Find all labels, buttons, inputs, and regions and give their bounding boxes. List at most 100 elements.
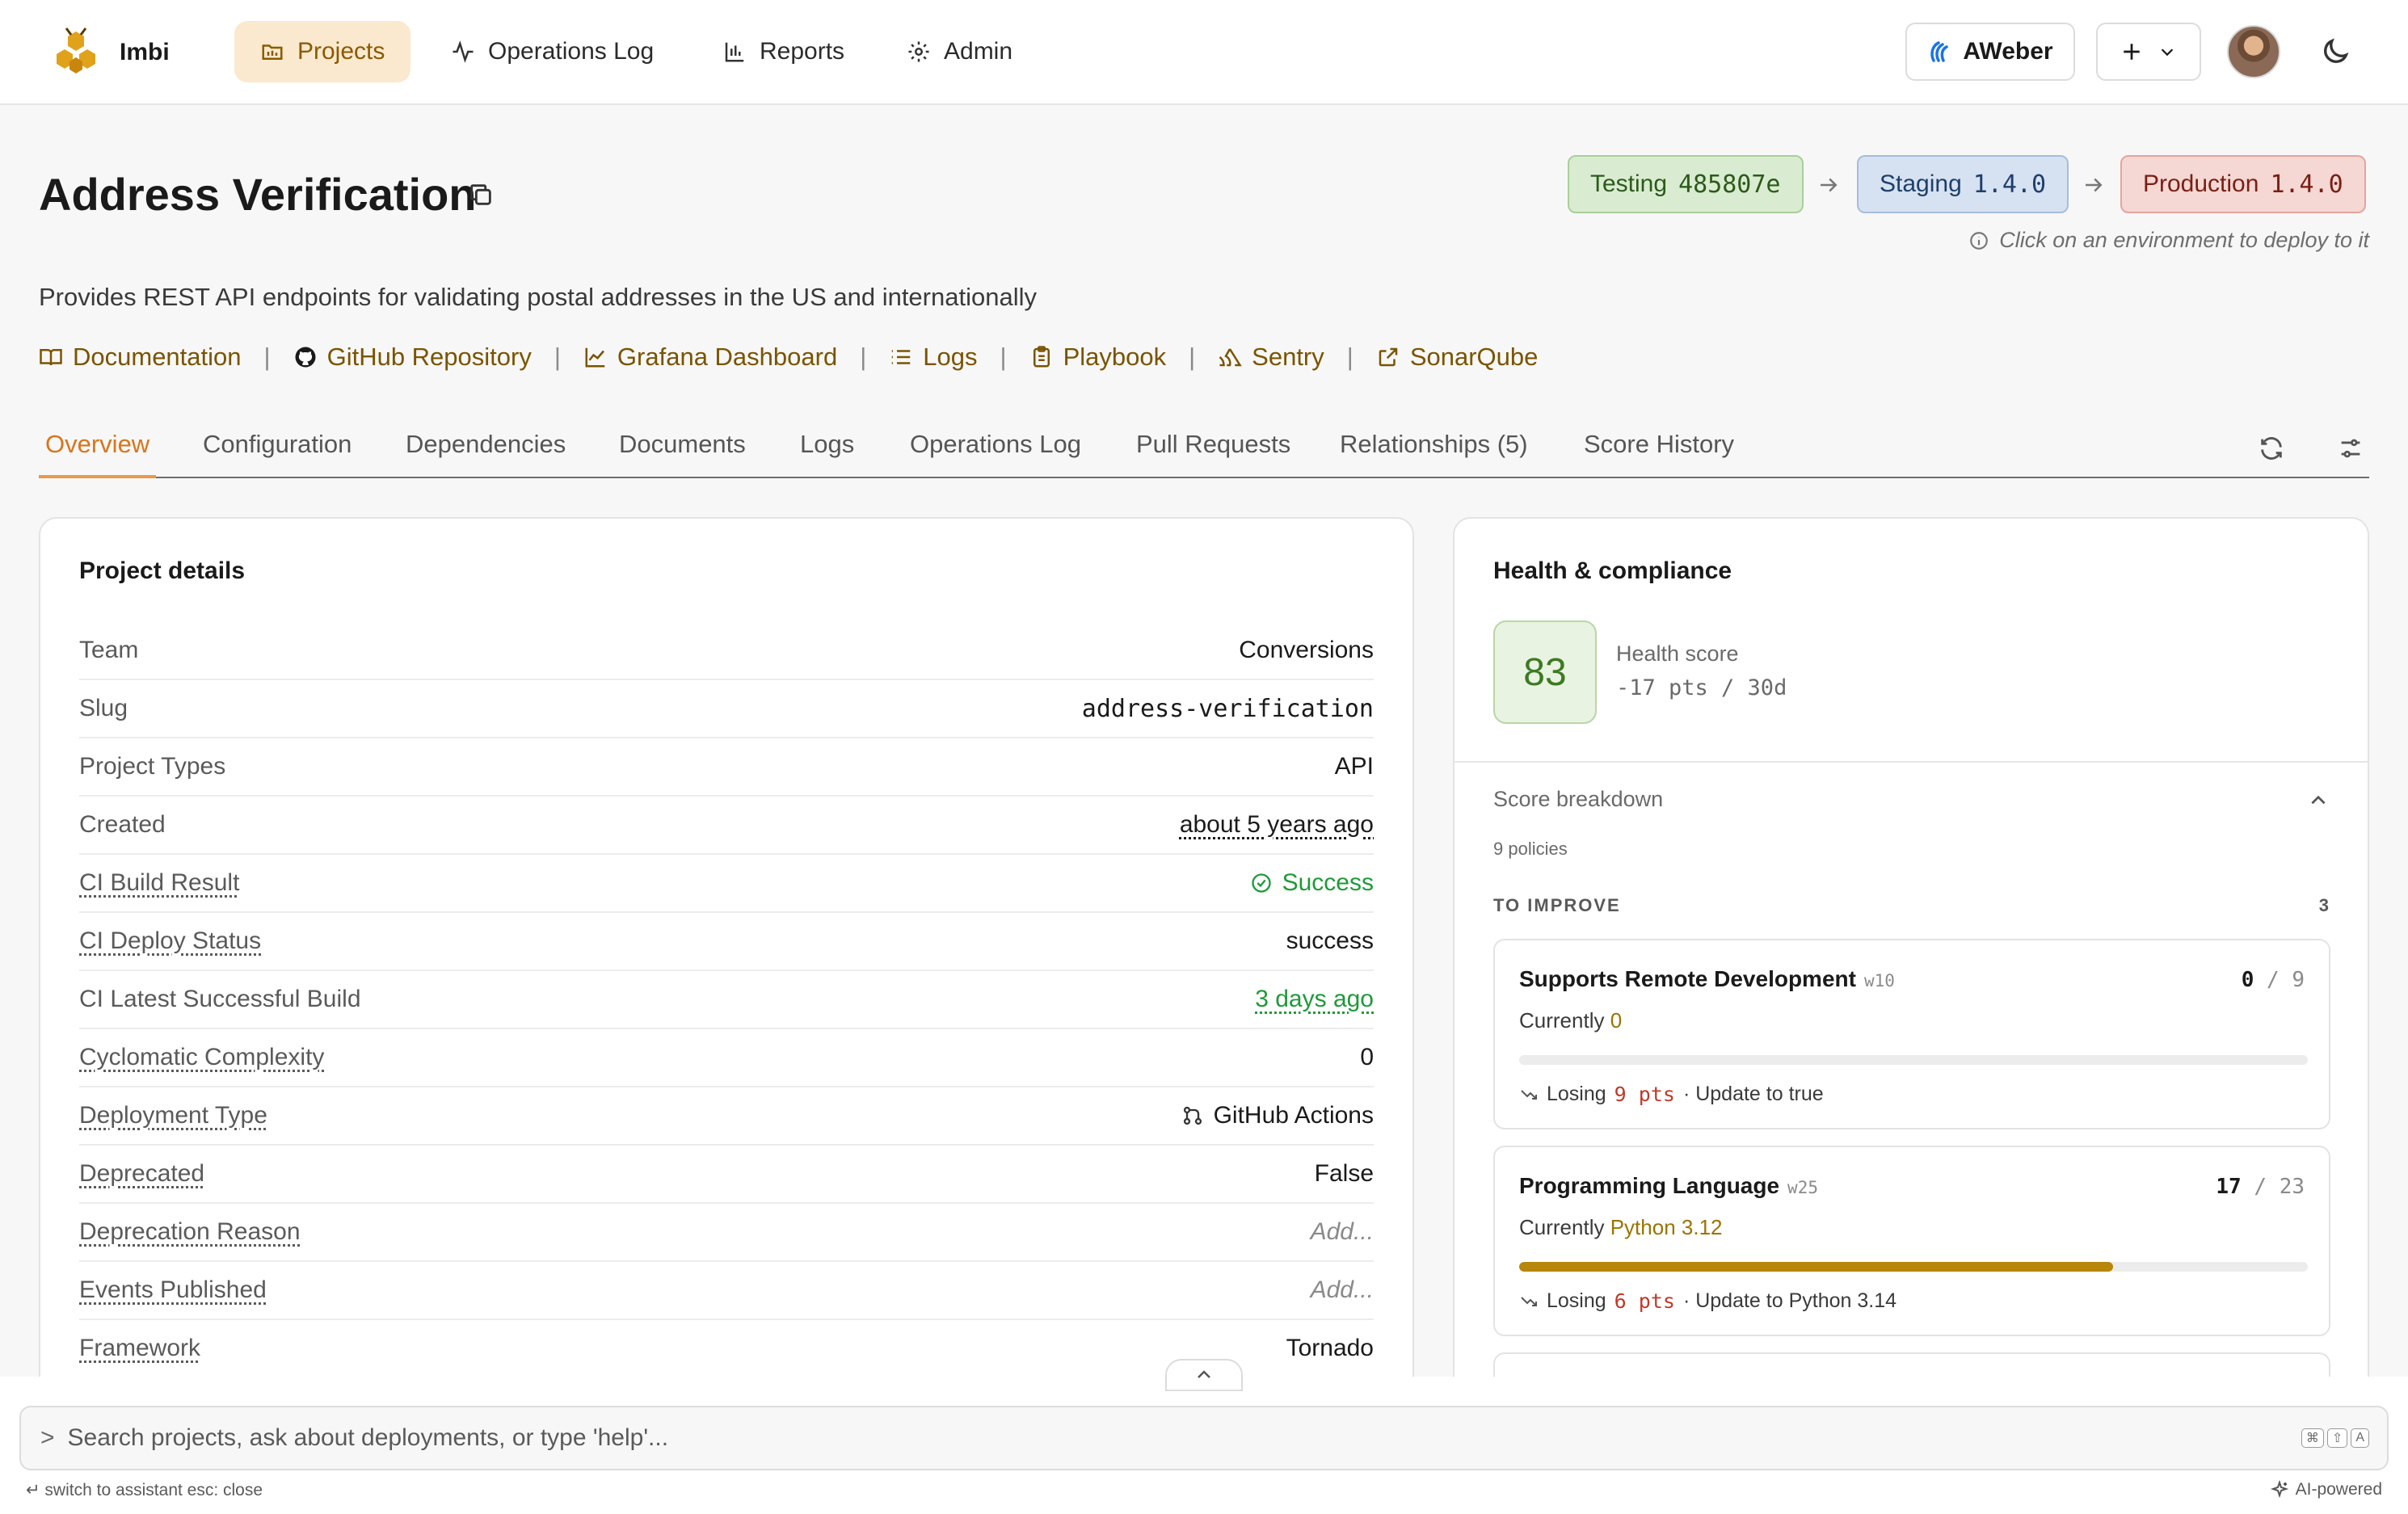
- detail-value-add[interactable]: Add...: [1311, 1276, 1374, 1304]
- top-navigation: Imbi Projects Operations Log Reports Adm…: [0, 0, 2408, 105]
- link-sentry[interactable]: Sentry: [1218, 343, 1324, 372]
- list-icon: [892, 350, 911, 364]
- detail-label: Slug: [79, 695, 128, 721]
- policy-name: Programming Language w25: [1519, 1173, 1818, 1199]
- project-links: Documentation | GitHub Repository | Graf…: [39, 339, 1538, 375]
- detail-label: Framework: [79, 1335, 201, 1361]
- link-playbook-label: Playbook: [1063, 343, 1167, 371]
- link-github[interactable]: GitHub Repository: [293, 343, 532, 372]
- detail-row-team: Team Conversions: [79, 622, 1374, 680]
- command-search-bar[interactable]: > Search projects, ask about deployments…: [19, 1406, 2389, 1470]
- env-testing-name: Testing: [1590, 170, 1668, 197]
- policy-weight: w25: [1787, 1178, 1818, 1197]
- refresh-icon[interactable]: [2258, 435, 2285, 462]
- env-staging-button[interactable]: Staging 1.4.0: [1857, 155, 2069, 213]
- health-score-badge: 83: [1493, 620, 1597, 724]
- tab-configuration[interactable]: Configuration: [196, 422, 358, 478]
- detail-row-created: Created about 5 years ago: [79, 797, 1374, 855]
- kbd-key: A: [2351, 1428, 2369, 1448]
- policy-current-prefix: Currently: [1519, 1215, 1605, 1239]
- score-breakdown-toggle[interactable]: Score breakdown: [1493, 787, 1663, 812]
- nav-admin[interactable]: Admin: [881, 21, 1038, 82]
- policy-hint-text: · Update to true: [1682, 1083, 1824, 1105]
- env-testing-button[interactable]: Testing 485807e: [1568, 155, 1804, 213]
- link-separator: |: [554, 343, 561, 371]
- check-circle-icon: [1251, 873, 1271, 893]
- gear-icon: [908, 41, 929, 62]
- honeycomb-logo-icon: [57, 27, 95, 74]
- user-avatar[interactable]: [2227, 25, 2280, 78]
- policy-card[interactable]: Supports Remote Development w10 0 / 9 Cur…: [1493, 939, 2330, 1129]
- divider: [1454, 761, 2368, 763]
- policy-progress-bar: [1519, 1055, 2308, 1065]
- copy-icon[interactable]: [467, 181, 495, 208]
- moon-icon[interactable]: [2319, 36, 2351, 68]
- link-sonarqube[interactable]: SonarQube: [1376, 343, 1539, 372]
- detail-row-ci-deploy-status: CI Deploy Status success: [79, 913, 1374, 971]
- link-grafana[interactable]: Grafana Dashboard: [583, 343, 837, 372]
- detail-value: API: [1334, 753, 1374, 780]
- policy-hint-text: · Update to Python 3.14: [1682, 1289, 1897, 1312]
- policy-hint: Losing 6 pts · Update to Python 3.14: [1519, 1289, 1897, 1313]
- sparkles-icon: [2270, 1480, 2288, 1499]
- detail-label: Deprecation Reason: [79, 1218, 301, 1245]
- detail-row-deployment-type: Deployment Type GitHub Actions: [79, 1087, 1374, 1146]
- env-production-button[interactable]: Production 1.4.0: [2120, 155, 2366, 213]
- sliders-icon[interactable]: [2337, 435, 2364, 462]
- project-details-card: Project details Team Conversions Slug ad…: [39, 517, 1414, 1422]
- chevron-up-icon[interactable]: [2308, 790, 2329, 811]
- github-icon: [295, 347, 316, 368]
- env-staging-name: Staging: [1880, 170, 1962, 197]
- policy-name-text: Programming Language: [1519, 1173, 1780, 1198]
- env-hint: Click on an environment to deploy to it: [1968, 228, 2369, 253]
- tab-dependencies[interactable]: Dependencies: [399, 422, 572, 478]
- project-description: Provides REST API endpoints for validati…: [39, 283, 1037, 311]
- arrow-right-icon: [2086, 178, 2103, 192]
- policy-name-text: Supports Remote Development: [1519, 966, 1856, 991]
- policy-card[interactable]: Programming Language w25 17 / 23 Currentl…: [1493, 1146, 2330, 1336]
- link-separator: |: [263, 343, 271, 371]
- link-separator: |: [1189, 343, 1196, 371]
- tab-relationships[interactable]: Relationships (5): [1333, 422, 1534, 478]
- link-separator: |: [1346, 343, 1353, 371]
- tab-pull-requests[interactable]: Pull Requests: [1130, 422, 1297, 478]
- policy-losing-points: 9 pts: [1614, 1083, 1675, 1106]
- nav-projects[interactable]: Projects: [234, 21, 411, 82]
- detail-value: address-verification: [1081, 694, 1374, 723]
- detail-value-add[interactable]: Add...: [1311, 1218, 1374, 1246]
- nav-reports[interactable]: Reports: [697, 21, 870, 82]
- policy-score-value: 0: [2241, 968, 2254, 992]
- tab-documents[interactable]: Documents: [613, 422, 752, 478]
- command-search-input[interactable]: Search projects, ask about deployments, …: [68, 1424, 669, 1452]
- line-chart-icon: [585, 347, 605, 368]
- link-github-label: GitHub Repository: [326, 343, 532, 371]
- command-hints: ↵ switch to assistant esc: close: [26, 1481, 263, 1499]
- nav-admin-label: Admin: [944, 38, 1013, 65]
- org-switcher-button[interactable]: AWeber: [1905, 23, 2075, 81]
- add-menu-button[interactable]: [2096, 23, 2201, 81]
- collapse-panel-button[interactable]: [1165, 1359, 1243, 1391]
- link-documentation[interactable]: Documentation: [39, 343, 242, 372]
- policy-current: Currently 0: [1519, 1008, 1622, 1033]
- link-separator: |: [860, 343, 867, 371]
- policy-current: Currently Python 3.12: [1519, 1215, 1723, 1240]
- policies-count: 9 policies: [1493, 839, 1568, 859]
- detail-row-deprecated: Deprecated False: [79, 1146, 1374, 1204]
- tab-operations-log[interactable]: Operations Log: [903, 422, 1088, 478]
- link-logs[interactable]: Logs: [889, 343, 978, 372]
- tab-score-history[interactable]: Score History: [1577, 422, 1741, 478]
- policy-losing-prefix: Losing: [1547, 1083, 1606, 1105]
- detail-value: about 5 years ago: [1179, 811, 1374, 838]
- link-sonarqube-label: SonarQube: [1409, 343, 1539, 371]
- policy-name: Supports Remote Development w10: [1519, 966, 1895, 992]
- detail-value: success: [1286, 927, 1374, 954]
- link-playbook[interactable]: Playbook: [1029, 343, 1167, 372]
- detail-label: CI Deploy Status: [79, 927, 262, 954]
- nav-operations-log[interactable]: Operations Log: [425, 21, 680, 82]
- link-grafana-label: Grafana Dashboard: [617, 343, 838, 371]
- book-icon: [40, 349, 62, 366]
- detail-value[interactable]: 3 days ago: [1255, 986, 1374, 1013]
- tab-overview[interactable]: Overview: [39, 422, 157, 478]
- brand[interactable]: Imbi: [50, 24, 170, 81]
- tab-logs[interactable]: Logs: [794, 422, 861, 478]
